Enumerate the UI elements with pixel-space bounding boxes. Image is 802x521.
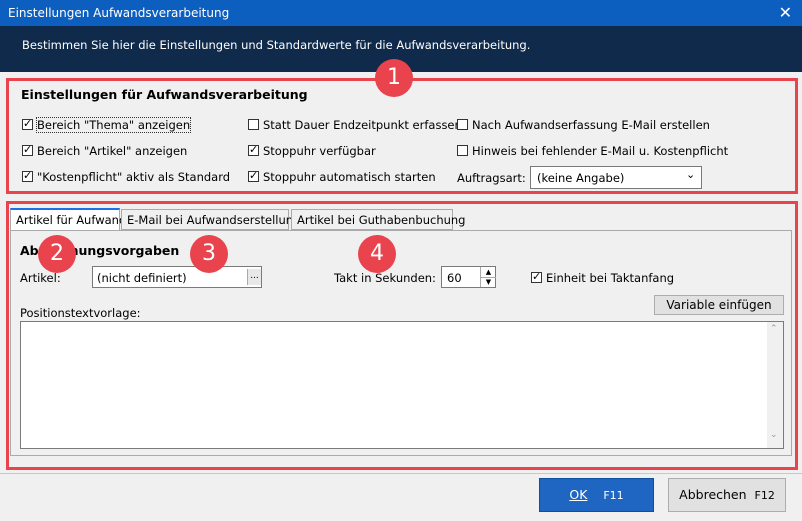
ok-shortcut: F11	[603, 489, 624, 502]
checkbox-bereich-thema-label: Bereich "Thema" anzeigen	[35, 117, 192, 133]
annotation-badge-3: 3	[190, 235, 228, 273]
window-title: Einstellungen Aufwandsverarbeitung	[8, 6, 230, 20]
cancel-shortcut: F12	[754, 489, 775, 502]
textarea-scrollbar[interactable]: ⌃ ⌄	[767, 322, 783, 448]
close-icon[interactable]: ✕	[779, 3, 792, 22]
checkbox-email-erstellen-label: Nach Aufwandserfassung E-Mail erstellen	[472, 118, 710, 132]
positionstext-label: Positionstextvorlage:	[20, 306, 141, 320]
tab-artikel-guthabenbuchung[interactable]: Artikel bei Guthabenbuchung	[291, 209, 466, 230]
artikel-value: (nicht definiert)	[97, 271, 187, 285]
artikel-input[interactable]: (nicht definiert) ...	[92, 266, 262, 288]
checkbox-stoppuhr-automatisch-label: Stoppuhr automatisch starten	[263, 170, 436, 184]
variable-einfuegen-button[interactable]: Variable einfügen	[654, 295, 784, 315]
ok-button[interactable]: OK F11	[539, 478, 654, 512]
annotation-badge-2: 2	[38, 235, 76, 273]
positionstext-textarea[interactable]	[20, 321, 784, 449]
checkbox-stoppuhr-automatisch[interactable]	[248, 169, 259, 183]
checkbox-einheit-taktanfang[interactable]	[531, 270, 542, 284]
checkbox-kostenpflicht-label: "Kostenpflicht" aktiv als Standard	[37, 170, 231, 184]
checkbox-endzeitpunkt[interactable]	[248, 119, 259, 130]
checkbox-bereich-artikel-label: Bereich "Artikel" anzeigen	[37, 144, 188, 158]
checkbox-hinweis-email-label: Hinweis bei fehlender E-Mail u. Kostenpf…	[472, 144, 729, 158]
tab-email-aufwandserstellung[interactable]: E-Mail bei Aufwandserstellung	[121, 209, 300, 230]
checkbox-stoppuhr-verfuegbar-label: Stoppuhr verfügbar	[263, 144, 376, 158]
ok-label: OK	[569, 487, 588, 502]
takt-stepper[interactable]: 60 ▲ ▼	[441, 266, 496, 288]
annotation-badge-4: 4	[358, 235, 396, 273]
footer-divider	[0, 473, 802, 474]
tab-artikel-fuer-aufwand[interactable]: Artikel für Aufwand	[10, 208, 126, 231]
checkbox-bereich-thema[interactable]	[22, 117, 33, 131]
checkbox-stoppuhr-verfuegbar[interactable]	[248, 143, 259, 157]
auftragsart-select[interactable]: (keine Angabe) ⌄	[530, 166, 702, 189]
auftragsart-value: (keine Angabe)	[537, 171, 625, 185]
checkbox-endzeitpunkt-label: Statt Dauer Endzeitpunkt erfassen	[263, 118, 462, 132]
header-description: Bestimmen Sie hier die Einstellungen und…	[22, 38, 531, 52]
stepper-down-icon[interactable]: ▼	[480, 277, 496, 287]
takt-value: 60	[447, 271, 462, 285]
scroll-down-icon[interactable]: ⌄	[770, 430, 778, 440]
annotation-badge-1: 1	[375, 59, 413, 97]
chevron-down-icon: ⌄	[686, 168, 696, 181]
browse-button[interactable]: ...	[247, 269, 261, 285]
checkbox-hinweis-email[interactable]	[457, 145, 468, 156]
checkbox-kostenpflicht[interactable]	[22, 169, 33, 183]
einheit-taktanfang-label: Einheit bei Taktanfang	[546, 271, 675, 285]
cancel-button[interactable]: Abbrechen F12	[668, 478, 786, 512]
checkbox-email-erstellen[interactable]	[457, 119, 468, 130]
cancel-label: Abbrechen	[679, 487, 747, 502]
settings-heading: Einstellungen für Aufwandsverarbeitung	[21, 87, 308, 102]
auftragsart-label: Auftragsart:	[457, 171, 526, 185]
scroll-up-icon[interactable]: ⌃	[770, 324, 778, 334]
takt-label: Takt in Sekunden:	[334, 271, 436, 285]
checkbox-bereich-artikel[interactable]	[22, 143, 33, 157]
artikel-label: Artikel:	[20, 271, 61, 285]
title-bar: Einstellungen Aufwandsverarbeitung ✕	[0, 0, 802, 26]
